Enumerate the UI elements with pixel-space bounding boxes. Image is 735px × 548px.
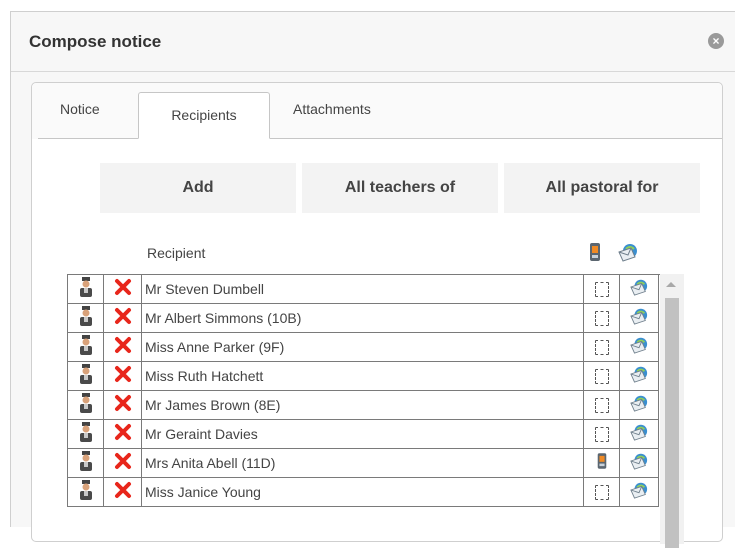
add-recipient-button[interactable]: Add: [100, 163, 296, 213]
delete-x-icon[interactable]: [114, 394, 132, 417]
email-cell: [620, 304, 659, 333]
teacher-icon-cell: [68, 275, 104, 304]
email-cell: [620, 420, 659, 449]
recipient-name: Mr James Brown (8E): [142, 391, 584, 420]
sms-checkbox[interactable]: [594, 397, 609, 413]
delete-x-icon[interactable]: [114, 452, 132, 475]
delete-x-icon[interactable]: [114, 307, 132, 330]
all-pastoral-for-button[interactable]: All pastoral for: [504, 163, 700, 213]
tab-panel: Notice Recipients Attachments Add All te…: [31, 82, 723, 548]
mobile-phone-icon[interactable]: [596, 452, 608, 475]
envelope-globe-icon[interactable]: [629, 336, 649, 359]
recipients-table: Mr Steven Dumbell Mr Albert Simmons (10B…: [67, 274, 660, 507]
recipient-name: Mr Albert Simmons (10B): [142, 304, 584, 333]
teacher-person-icon[interactable]: [79, 421, 93, 447]
sms-cell: [584, 449, 620, 478]
recipient-column-header: Recipient: [147, 245, 206, 261]
email-cell: [620, 391, 659, 420]
recipient-name: Miss Ruth Hatchett: [142, 362, 584, 391]
teacher-icon-cell: [68, 304, 104, 333]
email-cell: [620, 478, 659, 507]
envelope-globe-icon[interactable]: [629, 365, 649, 388]
table-row: Mr Steven Dumbell: [68, 275, 660, 304]
mobile-phone-icon: [588, 242, 602, 267]
teacher-person-icon[interactable]: [79, 450, 93, 476]
table-row: Miss Ruth Hatchett: [68, 362, 660, 391]
email-cell: [620, 449, 659, 478]
scrollbar-thumb[interactable]: [665, 298, 679, 548]
sms-checkbox[interactable]: [594, 339, 609, 355]
compose-notice-dialog: Compose notice × Notice Recipients Attac…: [10, 11, 735, 548]
teacher-person-icon[interactable]: [79, 334, 93, 360]
delete-cell: [104, 420, 142, 449]
sms-cell: [584, 304, 620, 333]
teacher-person-icon[interactable]: [79, 363, 93, 389]
teacher-person-icon[interactable]: [79, 276, 93, 302]
delete-x-icon[interactable]: [114, 423, 132, 446]
delete-x-icon[interactable]: [114, 336, 132, 359]
table-row: Miss Janice Young: [68, 478, 660, 507]
envelope-globe-icon[interactable]: [629, 394, 649, 417]
sms-cell: [584, 362, 620, 391]
recipient-name: Miss Janice Young: [142, 478, 584, 507]
scroll-up-arrow-icon[interactable]: [666, 282, 676, 287]
all-teachers-of-button[interactable]: All teachers of: [302, 163, 498, 213]
delete-cell: [104, 362, 142, 391]
table-row: Mrs Anita Abell (11D): [68, 449, 660, 478]
teacher-icon-cell: [68, 333, 104, 362]
table-row: Mr Albert Simmons (10B): [68, 304, 660, 333]
teacher-person-icon[interactable]: [79, 479, 93, 505]
tab-bar: Notice Recipients Attachments: [32, 83, 722, 139]
delete-cell: [104, 478, 142, 507]
tab-notice[interactable]: Notice: [60, 101, 100, 117]
table-row: Miss Anne Parker (9F): [68, 333, 660, 362]
sms-checkbox[interactable]: [594, 281, 609, 297]
sms-checkbox[interactable]: [594, 310, 609, 326]
envelope-globe-icon[interactable]: [629, 307, 649, 330]
recipient-name: Mr Steven Dumbell: [142, 275, 584, 304]
dialog-title: Compose notice: [29, 32, 162, 51]
teacher-icon-cell: [68, 449, 104, 478]
dialog-header: Compose notice ×: [11, 12, 735, 72]
teacher-person-icon[interactable]: [79, 392, 93, 418]
teacher-icon-cell: [68, 362, 104, 391]
recipient-name: Miss Anne Parker (9F): [142, 333, 584, 362]
close-icon[interactable]: ×: [708, 33, 724, 49]
delete-x-icon[interactable]: [114, 481, 132, 504]
sms-cell: [584, 391, 620, 420]
teacher-icon-cell: [68, 478, 104, 507]
recipient-name: Mr Geraint Davies: [142, 420, 584, 449]
teacher-icon-cell: [68, 391, 104, 420]
recipient-name: Mrs Anita Abell (11D): [142, 449, 584, 478]
sms-checkbox[interactable]: [594, 484, 609, 500]
table-row: Mr Geraint Davies: [68, 420, 660, 449]
envelope-globe-icon[interactable]: [629, 278, 649, 301]
envelope-globe-icon[interactable]: [629, 452, 649, 475]
delete-x-icon[interactable]: [114, 278, 132, 301]
sms-checkbox[interactable]: [594, 368, 609, 384]
envelope-globe-icon: [617, 242, 639, 267]
sms-checkbox[interactable]: [594, 426, 609, 442]
tab-attachments[interactable]: Attachments: [293, 101, 371, 117]
sms-cell: [584, 275, 620, 304]
delete-x-icon[interactable]: [114, 365, 132, 388]
delete-cell: [104, 275, 142, 304]
sms-cell: [584, 478, 620, 507]
email-cell: [620, 275, 659, 304]
teacher-icon-cell: [68, 420, 104, 449]
email-cell: [620, 362, 659, 391]
delete-cell: [104, 449, 142, 478]
email-cell: [620, 333, 659, 362]
sms-cell: [584, 333, 620, 362]
teacher-person-icon[interactable]: [79, 305, 93, 331]
sms-cell: [584, 420, 620, 449]
delete-cell: [104, 333, 142, 362]
table-row: Mr James Brown (8E): [68, 391, 660, 420]
delete-cell: [104, 304, 142, 333]
delete-cell: [104, 391, 142, 420]
envelope-globe-icon[interactable]: [629, 481, 649, 504]
envelope-globe-icon[interactable]: [629, 423, 649, 446]
tab-recipients[interactable]: Recipients: [138, 92, 270, 139]
recipients-scrollbar[interactable]: [660, 274, 684, 548]
